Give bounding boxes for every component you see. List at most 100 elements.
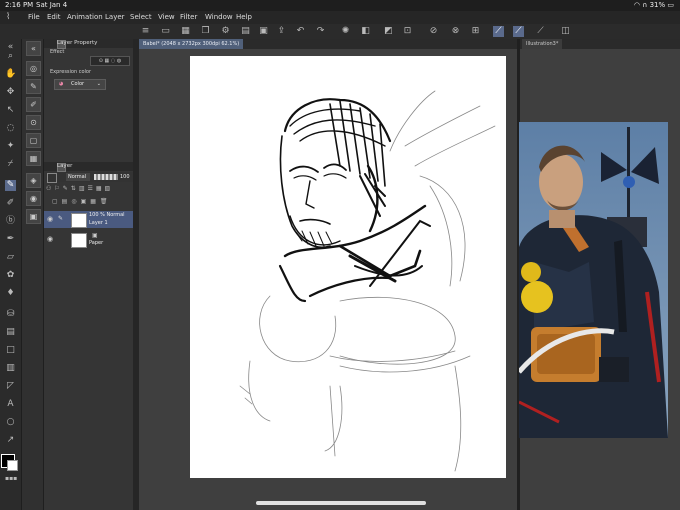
app-logo-icon[interactable]: ⌇ [6,13,16,22]
sub-tool-collapse-icon[interactable]: « [26,41,41,56]
lasso-tool-icon[interactable]: ◌ [5,123,16,134]
new-canvas-icon[interactable]: ▭ [160,26,171,37]
spinner-icon[interactable]: ✺ [340,26,351,37]
transparent-color-icon[interactable]: ▪▪▪ [5,473,17,484]
layer-panel-tab[interactable]: Layer [44,162,134,172]
document-tab-illustration3[interactable]: Illustration3* [522,39,563,49]
document-tab-babel[interactable]: Babel* (2048 x 2732px 300dpi 62.1%) [139,39,244,49]
undo-icon[interactable]: ↶ [295,26,306,37]
second-tab-bar: Illustration3* [520,39,680,49]
hand-tool-icon[interactable]: ✋ [5,69,16,80]
drawing-canvas[interactable] [190,56,506,478]
airbrush-icon[interactable]: ✒ [5,234,16,245]
eraser-icon[interactable]: ▱ [5,252,16,263]
layer1-name: Layer 1 [89,220,108,226]
pencil-layer-icon: ✎ [58,215,64,222]
pencil-tool-icon[interactable]: ✐ [5,198,16,209]
menu-help[interactable]: Help [236,11,252,24]
menu-view[interactable]: View [158,11,175,24]
grid-icon[interactable]: ▦ [180,26,191,37]
layer-row-paper[interactable]: ◉ Paper ▣ [44,231,134,248]
hamburger-menu-icon[interactable]: ≡ [140,26,151,37]
fill-tool-icon[interactable]: ♦ [5,288,16,299]
eye-icon[interactable]: ◉ [47,235,55,243]
menu-file[interactable]: File [28,11,40,24]
sub-tool-icon-3[interactable]: ✐ [26,97,41,112]
grid-snap-icon[interactable]: ⟋ [535,26,546,37]
save-icon[interactable]: ▣ [258,26,269,37]
layer-property-title: Layer Property [57,40,98,46]
menu-layer[interactable]: Layer [105,11,125,24]
sub-tool-icon-1[interactable]: ◎ [26,61,41,76]
open-folder-icon[interactable]: ▤ [240,26,251,37]
layer-toolbar-row2[interactable]: ▢▤◎▣▦🗑 [52,197,134,207]
magic-wand-icon[interactable]: ✦ [5,141,16,152]
special-ruler-snap-icon[interactable]: ⟋ [513,26,524,37]
reference-photo [519,122,668,438]
status-date: Sat Jan 4 [36,1,68,9]
fill-icon[interactable]: ◧ [360,26,371,37]
text-tool-icon[interactable]: A [5,399,16,410]
menu-animation[interactable]: Animation [67,11,103,24]
menu-select[interactable]: Select [130,11,152,24]
gradient-icon[interactable]: ▤ [5,327,16,338]
menu-filter[interactable]: Filter [180,11,197,24]
blend-mode-select[interactable]: Normal [66,173,90,181]
deselect-icon[interactable]: ⊘ [428,26,439,37]
sub-tool-icon-8[interactable]: ◉ [26,191,41,206]
expression-color-select[interactable]: ◕ Color ⌄ [54,79,106,90]
layer-lock-icon[interactable] [47,173,57,183]
ruler-tool-icon[interactable]: ◸ [5,381,16,392]
ruler-snap-icon[interactable]: ⟋ [493,26,504,37]
zoom-tool-icon[interactable]: ⌕ [5,51,16,62]
layer1-thumbnail [71,213,87,228]
bucket-icon[interactable]: ⛁ [5,309,16,320]
eyedropper-icon[interactable]: ⌿ [5,159,16,170]
home-indicator[interactable] [256,501,426,505]
sub-tool-icon-9[interactable]: ▣ [26,209,41,224]
chevron-down-icon: ⌄ [96,81,101,87]
sub-tool-icon-5[interactable]: ▢ [26,133,41,148]
operation-tool-icon[interactable]: ↖ [5,105,16,116]
blend-tool-icon[interactable]: ✿ [5,270,16,281]
status-right: ◠ ∩ 31% ▭ [634,0,674,11]
command-bar: ≡ ▭ ▦ ❐ ⚙ ▤ ▣ ⇪ ↶ ↷ ✺ ◧ ◩ ⊡ ⊘ ⊗ ⊞ ⟋ ⟋ ⟋ … [0,24,680,40]
crop-icon[interactable]: ⊞ [470,26,481,37]
sketch-drawing [239,90,496,472]
copy-icon[interactable]: ❐ [200,26,211,37]
layer-row-layer1[interactable]: ◉ ✎ 100 % Normal Layer 1 [44,211,134,228]
export-icon[interactable]: ⇪ [276,26,287,37]
brush-tool-icon[interactable]: ⓑ [5,216,16,227]
pen-tool-icon[interactable]: ✎ [5,180,16,191]
effect-label: Effect [50,49,65,55]
sub-tool-icon-2[interactable]: ✎ [26,79,41,94]
quick-access-icon[interactable]: ◫ [560,26,571,37]
effect-buttons[interactable]: ⊙ ▦ ◌ ◍ [90,56,130,66]
sub-color-swatch[interactable] [7,460,18,471]
menu-window[interactable]: Window [205,11,233,24]
opacity-value[interactable]: 100 [120,173,130,181]
invert-selection-icon[interactable]: ⊗ [450,26,461,37]
layer-toolbar-row1[interactable]: ⚇⚐✎⇅▥☰▦▧ [46,184,134,194]
frame-tool-icon[interactable]: ▥ [5,363,16,374]
paper-type-icon: ▣ [92,232,98,239]
reference-image[interactable] [519,122,668,438]
redo-icon[interactable]: ↷ [315,26,326,37]
sub-tool-icon-6[interactable]: ▦ [26,151,41,166]
correct-line-icon[interactable]: ↗ [5,435,16,446]
settings-icon[interactable]: ⚙ [220,26,231,37]
layer-panel-title: Layer [57,163,73,169]
balloon-tool-icon[interactable]: ○ [5,417,16,428]
sub-tool-icon-4[interactable]: ⊙ [26,115,41,130]
figure-tool-icon[interactable]: □ [5,345,16,356]
sub-tool-icon-7[interactable]: ◈ [26,173,41,188]
layer-property-tab[interactable]: Layer Property [44,39,134,49]
paper-thumbnail [71,233,87,248]
transform-icon[interactable]: ⊡ [402,26,413,37]
menu-edit[interactable]: Edit [47,11,61,24]
eye-icon[interactable]: ◉ [47,215,55,223]
sub-tool-column: « ◎ ✎ ✐ ⊙ ▢ ▦ ◈ ◉ ▣ [21,39,44,510]
clear-icon[interactable]: ◩ [383,26,394,37]
opacity-slider[interactable] [94,174,118,180]
move-tool-icon[interactable]: ✥ [5,87,16,98]
